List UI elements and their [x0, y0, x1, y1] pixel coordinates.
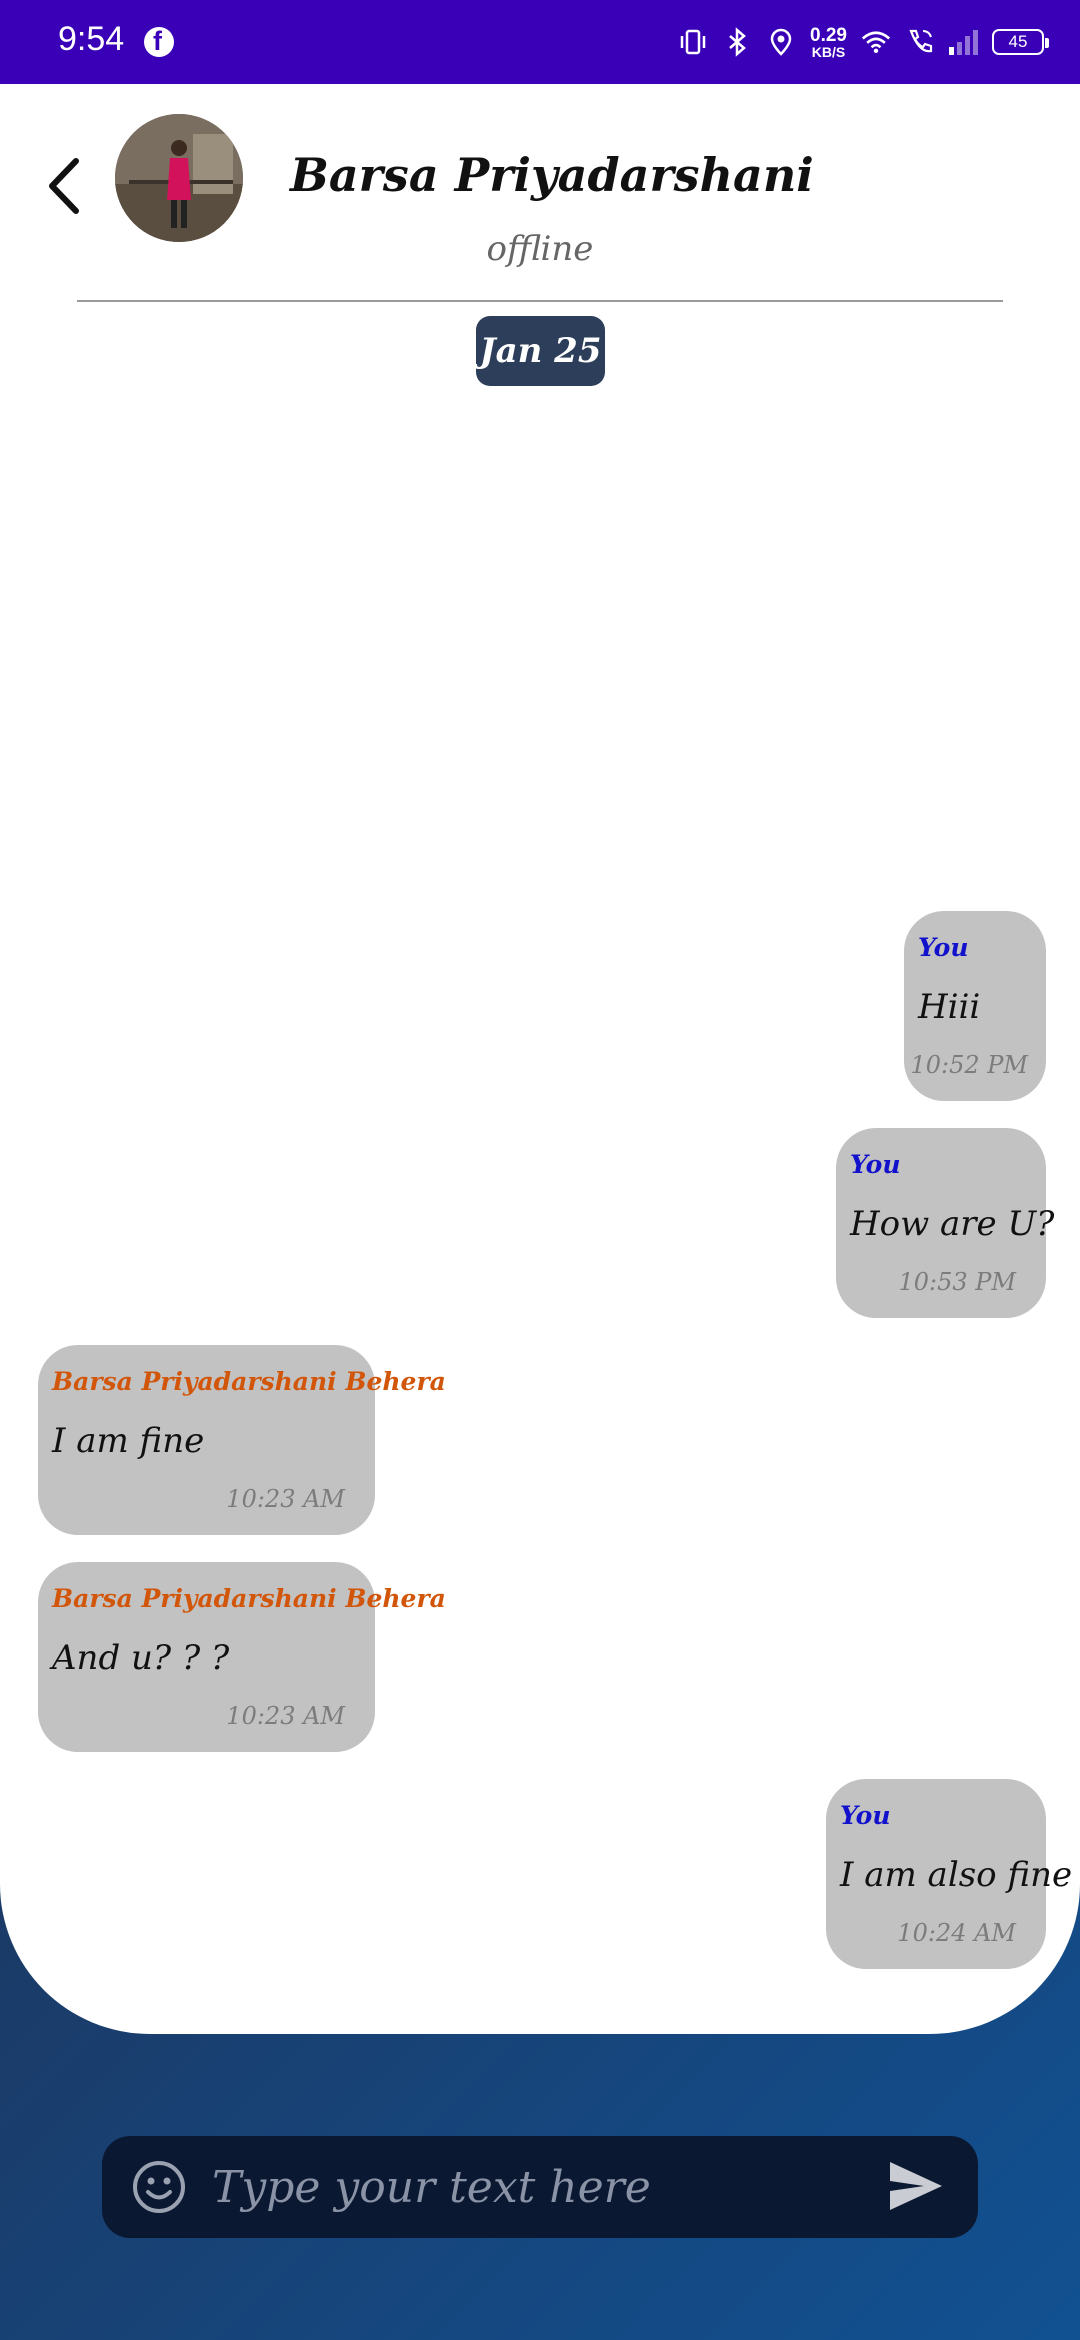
- message-sender: Barsa Priyadarshani Behera: [52, 1584, 446, 1613]
- chevron-left-icon: [49, 158, 79, 214]
- send-button[interactable]: [886, 2158, 946, 2214]
- status-bar: 9:54 f 0.29 KB/S 45: [0, 0, 1080, 84]
- message-time: 10:24 AM: [897, 1919, 1016, 1947]
- back-button[interactable]: [44, 151, 84, 221]
- message-input[interactable]: [212, 2146, 852, 2228]
- header-divider: [77, 300, 1003, 302]
- message-bubble-outgoing[interactable]: You Hiii 10:52 PM: [904, 911, 1046, 1101]
- wifi-calling-icon: [905, 26, 935, 58]
- message-bubble-incoming[interactable]: Barsa Priyadarshani Behera I am fine 10:…: [38, 1345, 446, 1535]
- emoji-icon: [133, 2161, 185, 2213]
- message-sender: You: [918, 933, 969, 962]
- location-icon: [766, 26, 796, 58]
- wifi-icon: [861, 26, 891, 58]
- message-sender: Barsa Priyadarshani Behera: [52, 1367, 446, 1396]
- vibrate-icon: [678, 26, 708, 58]
- message-composer: [102, 2136, 978, 2238]
- message-text: Hiii: [918, 987, 981, 1027]
- facebook-icon: f: [144, 26, 174, 57]
- message-text: How are U?: [850, 1204, 1055, 1244]
- contact-status: offline: [486, 229, 594, 269]
- message-bubble-outgoing[interactable]: You How are U? 10:53 PM: [836, 1128, 1054, 1318]
- status-time: 9:54: [58, 20, 125, 58]
- send-icon: [890, 2162, 942, 2210]
- date-chip: Jan 25: [476, 316, 605, 386]
- emoji-button[interactable]: [130, 2158, 188, 2216]
- network-speed: 0.29 KB/S: [810, 26, 847, 59]
- message-sender: You: [850, 1150, 901, 1179]
- contact-avatar[interactable]: [115, 114, 243, 242]
- message-bubble-incoming[interactable]: Barsa Priyadarshani Behera And u? ? ? 10…: [38, 1562, 446, 1752]
- network-speed-value: 0.29: [810, 24, 847, 46]
- bluetooth-icon: [722, 26, 752, 58]
- status-icons: 0.29 KB/S 45: [678, 20, 1049, 64]
- message-sender: You: [840, 1801, 891, 1830]
- message-text: I am fine: [52, 1421, 205, 1461]
- message-time: 10:23 AM: [226, 1485, 345, 1513]
- message-text: I am also fine: [840, 1855, 1073, 1895]
- battery-icon: 45: [992, 29, 1049, 55]
- message-time: 10:52 PM: [910, 1051, 1028, 1079]
- network-speed-unit: KB/S: [811, 43, 846, 60]
- message-time: 10:53 PM: [898, 1268, 1016, 1296]
- signal-icon: [949, 29, 978, 55]
- message-bubble-outgoing[interactable]: You I am also fine 10:24 AM: [826, 1779, 1072, 1969]
- message-text: And u? ? ?: [52, 1638, 230, 1678]
- battery-level: 45: [1008, 32, 1028, 51]
- message-time: 10:23 AM: [226, 1702, 345, 1730]
- chat-panel: Barsa Priyadarshani offline Jan 25 You H…: [0, 84, 1080, 2034]
- contact-name: Barsa Priyadarshani: [290, 148, 814, 202]
- avatar-image: [115, 114, 243, 242]
